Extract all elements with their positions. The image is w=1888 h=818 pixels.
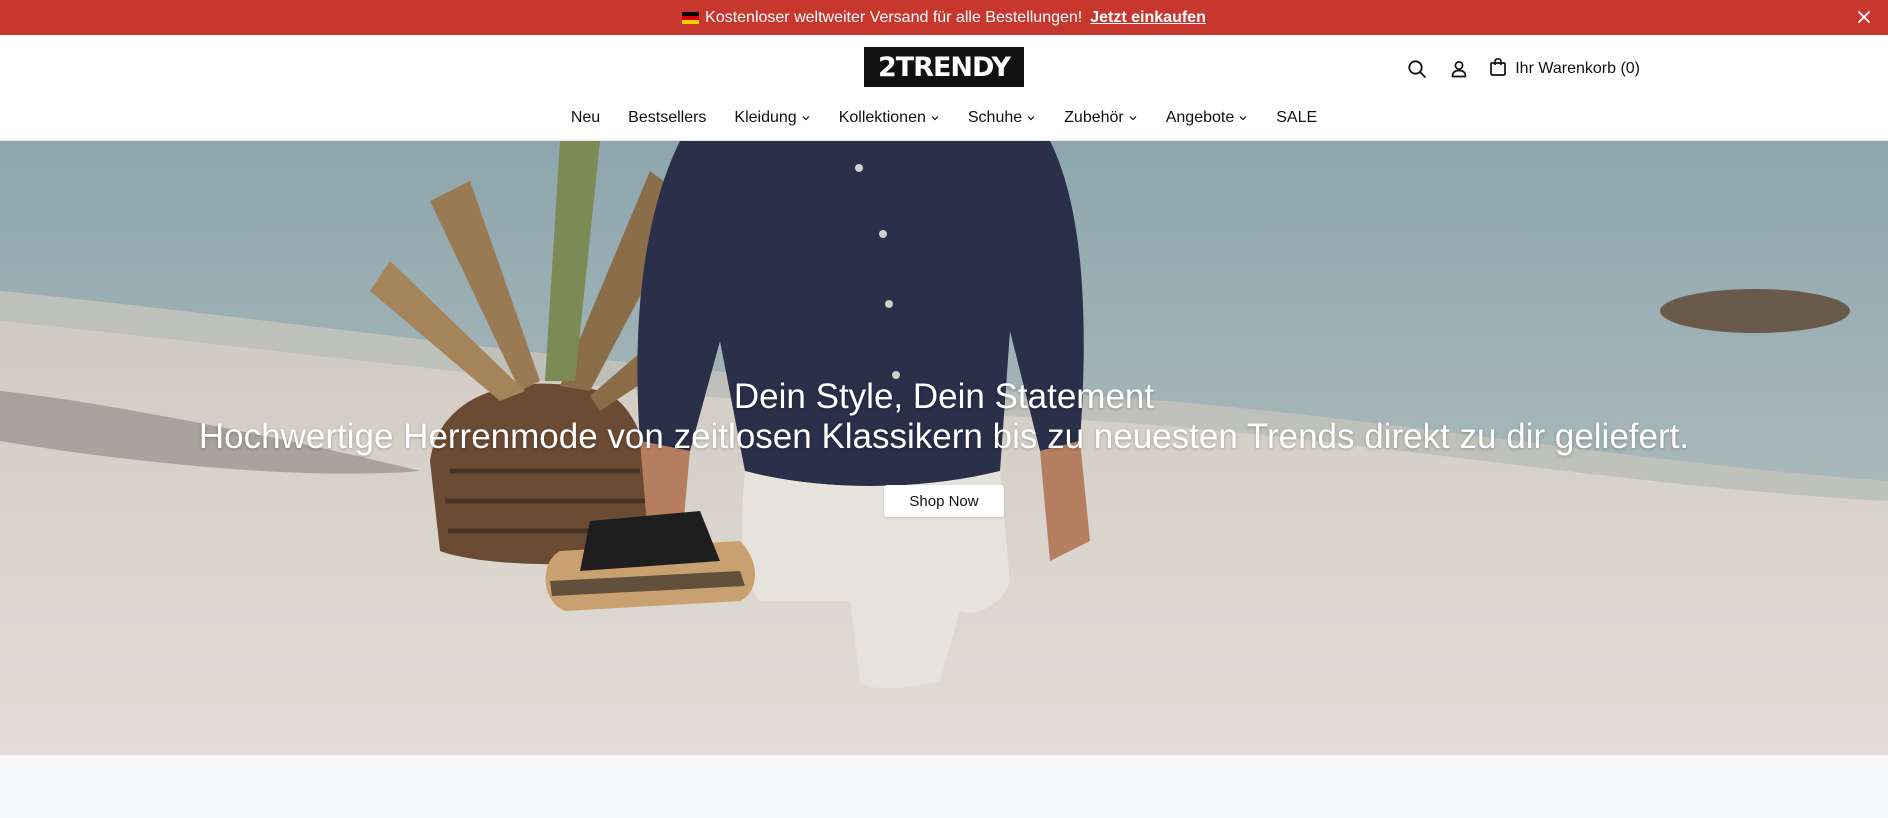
chevron-down-icon [1239,116,1247,121]
nav-item-angebote[interactable]: Angebote [1152,107,1263,129]
nav-label: Schuhe [967,109,1023,126]
announcement-bar: Kostenloser weltweiter Versand für alle … [0,0,1888,35]
shopping-bag-icon [1489,57,1507,82]
chevron-down-icon [802,116,810,121]
nav-label: Bestsellers [628,109,707,126]
search-icon[interactable] [1405,57,1429,81]
logo[interactable]: 2TRENDY [864,47,1024,87]
nav-label: Kollektionen [838,109,926,126]
site-header: 2TRENDY Ihr Warenkorb (0) Neu Bestseller… [0,35,1888,141]
nav-label: Zubehör [1064,109,1124,126]
hero-text: Dein Style, Dein Statement Hochwertige H… [0,377,1888,457]
chevron-down-icon [1129,116,1137,121]
chevron-down-icon [931,116,939,121]
page-content-start [0,755,1888,818]
shop-now-button[interactable]: Shop Now [884,485,1004,517]
hero-subtitle: Hochwertige Herrenmode von zeitlosen Kla… [198,417,1690,456]
nav-item-bestsellers[interactable]: Bestsellers [614,107,720,129]
header-actions: Ihr Warenkorb (0) [1405,55,1640,83]
main-nav: Neu Bestsellers Kleidung Kollektionen Sc… [0,107,1888,129]
hero-title: Dein Style, Dein Statement [733,377,1155,416]
chevron-down-icon [1027,116,1035,121]
nav-label: SALE [1276,109,1318,126]
cart-label: Ihr Warenkorb (0) [1515,60,1640,77]
announcement-message: Kostenloser weltweiter Versand für alle … [705,8,1083,26]
nav-item-sale[interactable]: SALE [1262,107,1331,129]
hero-banner: Dein Style, Dein Statement Hochwertige H… [0,141,1888,755]
germany-flag-icon [682,11,700,24]
user-icon[interactable] [1447,57,1471,81]
nav-item-neu[interactable]: Neu [557,107,614,129]
cart-button[interactable]: Ihr Warenkorb (0) [1489,57,1640,82]
close-icon[interactable] [1854,7,1874,27]
nav-label: Neu [570,109,601,126]
nav-label: Angebote [1165,109,1235,126]
shop-now-link[interactable]: Jetzt einkaufen [1090,9,1206,27]
nav-item-zubehoer[interactable]: Zubehör [1050,107,1152,129]
nav-item-schuhe[interactable]: Schuhe [954,107,1050,129]
nav-label: Kleidung [734,109,797,126]
nav-item-kleidung[interactable]: Kleidung [720,107,824,129]
nav-item-kollektionen[interactable]: Kollektionen [825,107,954,129]
